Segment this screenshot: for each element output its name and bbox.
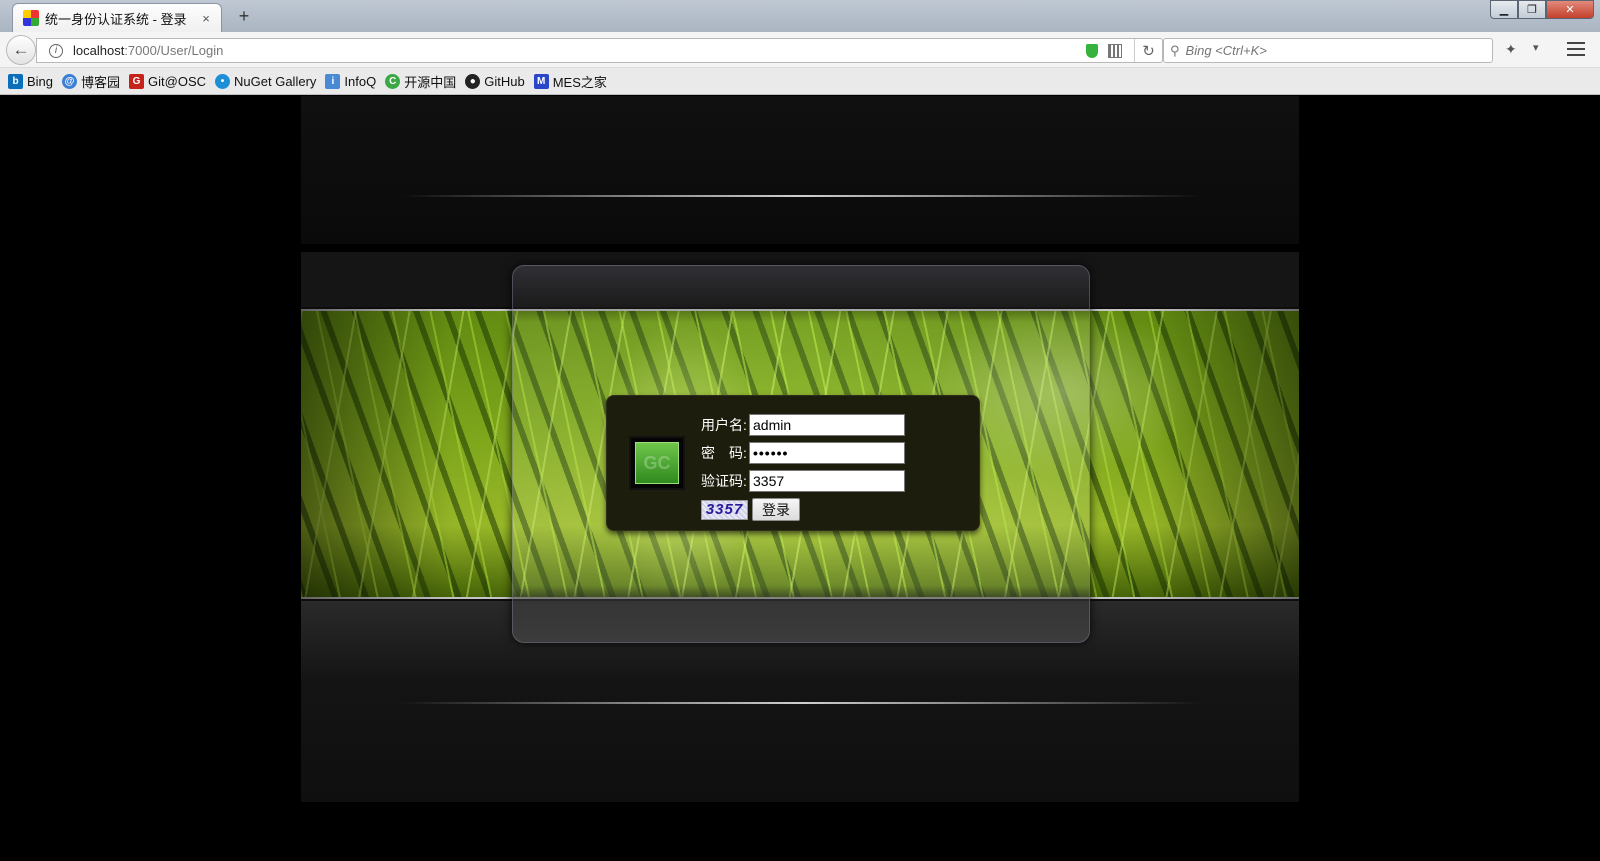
bookmark-label: MES之家 (552, 74, 607, 90)
search-input[interactable] (1185, 43, 1476, 58)
separator (301, 244, 1299, 252)
url-text[interactable]: localhost:7000/User/Login (73, 43, 1086, 58)
captcha-input[interactable] (749, 470, 905, 492)
window-controls: ▁ ❐ ✕ (1490, 0, 1594, 19)
bookmark-gitosc[interactable]: G Git@OSC (129, 73, 207, 89)
bookmark-nuget[interactable]: • NuGet Gallery (215, 73, 317, 89)
infoq-icon: i (325, 73, 341, 89)
browser-tab[interactable]: 统一身份认证系统 - 登录 × (12, 3, 222, 32)
bookmark-mes[interactable]: M MES之家 (533, 72, 607, 91)
top-glow-line (401, 195, 1201, 197)
reload-icon[interactable]: ↻ (1134, 39, 1162, 62)
username-label: 用户名: (701, 417, 747, 433)
url-host: localhost (73, 43, 125, 58)
search-icon: ⚲ (1170, 42, 1180, 58)
page-content: GC 用户名: 密 码: 验证码: 3357 登录 (0, 96, 1600, 861)
bookmark-github[interactable]: ● GitHub (465, 73, 525, 89)
bookmark-label: 开源中国 (404, 74, 457, 90)
login-form: GC 用户名: 密 码: 验证码: 3357 登录 (606, 395, 980, 531)
github-icon: ● (465, 73, 481, 89)
close-window-button[interactable]: ✕ (1546, 0, 1594, 19)
bookmark-label: Bing (27, 73, 54, 89)
gitosc-icon: G (129, 73, 145, 89)
bookmark-infoq[interactable]: i InfoQ (325, 73, 377, 89)
top-band (301, 96, 1299, 248)
bookmark-label: Git@OSC (148, 73, 207, 89)
captcha-label: 验证码: (701, 473, 747, 489)
bookmark-label: InfoQ (344, 73, 377, 89)
url-path: :7000/User/Login (124, 43, 224, 58)
menu-icon[interactable] (1567, 40, 1585, 58)
bookmark-oschina[interactable]: C 开源中国 (385, 72, 456, 91)
bird-icon[interactable]: ✦ (1505, 41, 1517, 58)
submit-row: 3357 登录 (701, 498, 800, 521)
password-input[interactable] (749, 442, 905, 464)
bottom-glow-line (401, 702, 1201, 704)
tab-title: 统一身份认证系统 - 登录 (45, 11, 187, 27)
password-row: 密 码: (701, 442, 905, 464)
new-tab-button[interactable]: + (234, 6, 254, 27)
login-button[interactable]: 登录 (752, 498, 800, 521)
minimize-button[interactable]: ▁ (1490, 0, 1518, 19)
captcha-row: 验证码: (701, 470, 905, 492)
address-bar[interactable]: i localhost:7000/User/Login ↻ (36, 38, 1163, 63)
shield-icon[interactable] (1086, 43, 1098, 58)
title-bar: 统一身份认证系统 - 登录 × + ▁ ❐ ✕ (0, 0, 1600, 32)
login-stage: GC 用户名: 密 码: 验证码: 3357 登录 (301, 96, 1299, 802)
oschina-icon: C (385, 73, 401, 89)
info-icon[interactable]: i (49, 43, 63, 58)
bookmarks-bar: b Bing @ 博客园 G Git@OSC • NuGet Gallery i… (0, 68, 1600, 95)
bing-icon: b (8, 73, 23, 89)
bookmark-bing[interactable]: b Bing (8, 73, 54, 89)
bookmark-label: NuGet Gallery (234, 73, 317, 89)
username-row: 用户名: (701, 414, 905, 436)
bookmark-cnblogs[interactable]: @ 博客园 (62, 72, 120, 91)
navigation-bar: ← i localhost:7000/User/Login ↻ ⚲ ✦ ▾ (0, 32, 1600, 68)
logo-mark: GC (635, 442, 679, 484)
mes-icon: M (533, 73, 549, 89)
username-input[interactable] (749, 414, 905, 436)
dropdown-icon[interactable]: ▾ (1533, 41, 1539, 54)
bookmark-label: GitHub (484, 73, 525, 89)
qr-code-icon[interactable] (1108, 43, 1122, 58)
site-favicon-icon (23, 10, 39, 26)
app-logo: GC (629, 436, 685, 490)
back-button[interactable]: ← (6, 35, 36, 65)
nuget-icon: • (215, 73, 231, 89)
bookmark-label: 博客园 (81, 74, 121, 90)
close-tab-icon[interactable]: × (199, 11, 213, 26)
cnblogs-icon: @ (62, 73, 78, 89)
password-label: 密 码: (701, 445, 747, 461)
back-arrow-icon: ← (12, 40, 30, 59)
search-bar[interactable]: ⚲ (1163, 38, 1493, 63)
restore-button[interactable]: ❐ (1518, 0, 1546, 19)
captcha-image[interactable]: 3357 (701, 499, 748, 520)
